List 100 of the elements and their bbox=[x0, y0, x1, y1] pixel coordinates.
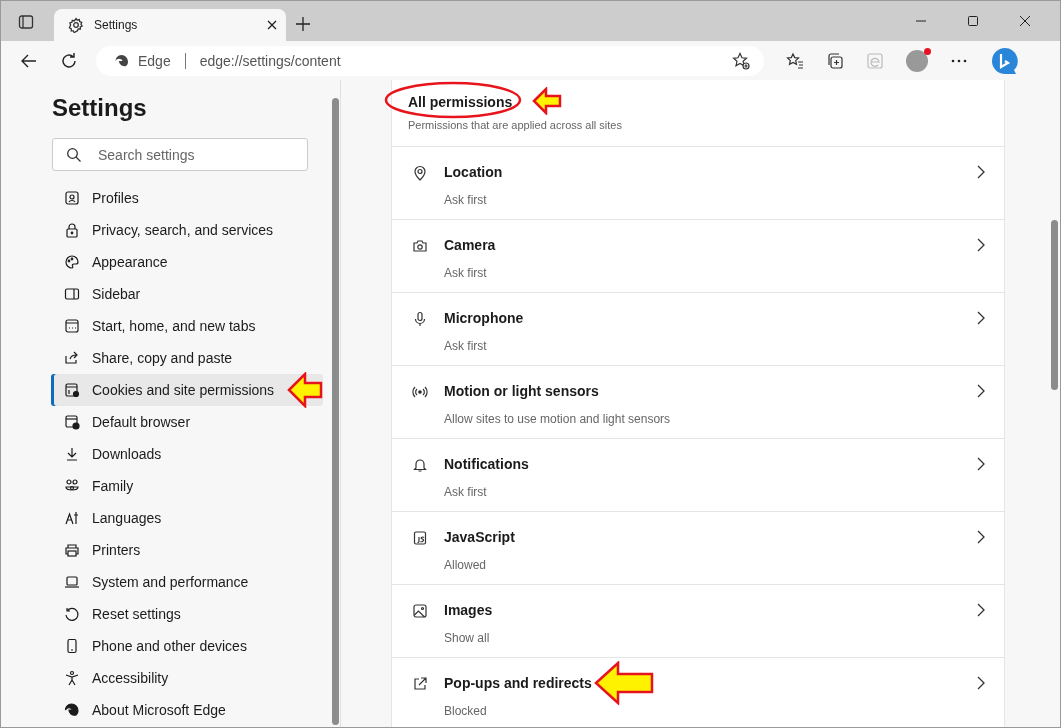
permission-name: Pop-ups and redirects bbox=[444, 675, 592, 691]
permission-row[interactable]: Microphone Ask first bbox=[392, 293, 1004, 366]
close-tab-icon[interactable] bbox=[266, 19, 278, 31]
permission-value: Show all bbox=[444, 631, 491, 645]
share-icon bbox=[64, 350, 80, 366]
profile-icon bbox=[64, 190, 80, 206]
family-icon bbox=[64, 478, 80, 494]
section-title: All permissions bbox=[408, 94, 513, 110]
palette-icon bbox=[64, 254, 80, 270]
lock-icon bbox=[64, 222, 80, 238]
scrollbar-thumb[interactable] bbox=[332, 98, 339, 725]
edge-logo-icon bbox=[114, 52, 130, 69]
js-file-icon bbox=[412, 530, 428, 546]
sidebar-item[interactable]: Share, copy and paste bbox=[51, 342, 323, 374]
sidebar-item[interactable]: Phone and other devices bbox=[51, 630, 323, 662]
sidebar-item[interactable]: Appearance bbox=[51, 246, 323, 278]
edge-logo-icon bbox=[64, 702, 80, 718]
permission-row[interactable]: Images Show all bbox=[392, 585, 1004, 658]
chevron-right-icon bbox=[976, 603, 986, 617]
new-tab-icon[interactable] bbox=[295, 16, 311, 32]
sidebar-item[interactable]: Printers bbox=[51, 534, 323, 566]
sidebar-item[interactable]: Sidebar bbox=[51, 278, 323, 310]
download-icon bbox=[64, 446, 80, 462]
search-field[interactable]: Search settings bbox=[52, 138, 308, 171]
permission-row[interactable]: Pop-ups and redirects Blocked bbox=[392, 658, 1004, 727]
permission-value: Blocked bbox=[444, 704, 488, 718]
chevron-right-icon bbox=[976, 238, 986, 252]
pointer-arrow-annotation bbox=[594, 661, 654, 705]
camera-icon bbox=[412, 238, 428, 254]
sidebar-item[interactable]: System and performance bbox=[51, 566, 323, 598]
chat-logo-icon[interactable] bbox=[990, 45, 1020, 76]
sidebar-item[interactable]: Downloads bbox=[51, 438, 323, 470]
sidebar-item[interactable]: Languages bbox=[51, 502, 323, 534]
settings-title: Settings bbox=[52, 94, 148, 123]
chevron-right-icon bbox=[976, 457, 986, 471]
location-pin-icon bbox=[412, 165, 428, 181]
chevron-right-icon bbox=[976, 384, 986, 398]
permission-name: Camera bbox=[444, 237, 496, 253]
sidebar-item[interactable]: Accessibility bbox=[51, 662, 323, 694]
chevron-right-icon bbox=[976, 676, 986, 690]
permission-value: Ask first bbox=[444, 193, 488, 207]
permission-name: JavaScript bbox=[444, 529, 515, 545]
phone-icon bbox=[64, 638, 80, 654]
sidebar-item[interactable]: Default browser bbox=[51, 406, 323, 438]
image-icon bbox=[412, 603, 428, 619]
add-favorite-icon[interactable] bbox=[732, 51, 750, 70]
maximize-icon[interactable] bbox=[967, 15, 979, 27]
section-subtitle: Permissions that are applied across all sites bbox=[408, 119, 623, 131]
permission-value: Allow sites to use motion and light sensors bbox=[444, 412, 672, 426]
printer-icon bbox=[64, 542, 80, 558]
permission-row[interactable]: JavaScript Allowed bbox=[392, 512, 1004, 585]
permission-name: Images bbox=[444, 602, 493, 618]
close-icon[interactable] bbox=[1019, 15, 1031, 27]
bell-icon bbox=[412, 457, 428, 473]
permission-name: Motion or light sensors bbox=[444, 383, 599, 399]
laptop-icon bbox=[64, 574, 80, 590]
grid-icon bbox=[64, 318, 80, 334]
permission-row[interactable]: Notifications Ask first bbox=[392, 439, 1004, 512]
permission-name: Location bbox=[444, 164, 503, 180]
sidebar-item[interactable]: Cookies and site permissions bbox=[51, 374, 323, 406]
favorites-icon[interactable] bbox=[786, 51, 804, 70]
settings-icon bbox=[68, 17, 84, 33]
permission-value: Ask first bbox=[444, 266, 488, 280]
scrollbar-thumb[interactable] bbox=[1051, 220, 1058, 390]
permission-row[interactable]: Camera Ask first bbox=[392, 220, 1004, 293]
permission-row[interactable]: Location Ask first bbox=[392, 147, 1004, 220]
tab-actions-icon[interactable] bbox=[18, 14, 34, 30]
permission-row[interactable]: Motion or light sensors Allow sites to use motion and light sensors bbox=[392, 366, 1004, 439]
language-icon bbox=[64, 510, 80, 526]
browser-tab[interactable]: Settings bbox=[54, 9, 286, 41]
sidebar-item[interactable]: Reset settings bbox=[51, 598, 323, 630]
accessibility-icon bbox=[64, 670, 80, 686]
permission-value: Ask first bbox=[444, 339, 488, 353]
site-label: Edge bbox=[138, 52, 171, 69]
refresh-icon[interactable] bbox=[60, 51, 78, 70]
permission-value: Ask first bbox=[444, 485, 488, 499]
sensor-icon bbox=[412, 384, 428, 400]
address-bar[interactable]: Edge edge://settings/content bbox=[96, 45, 764, 76]
microphone-icon bbox=[412, 311, 428, 327]
url-text: edge://settings/content bbox=[199, 52, 341, 69]
tab-title: Settings bbox=[94, 18, 139, 32]
sidebar-item[interactable]: Start, home, and new tabs bbox=[51, 310, 323, 342]
chevron-right-icon bbox=[976, 530, 986, 544]
sidebar-item[interactable]: Privacy, search, and services bbox=[51, 214, 323, 246]
sidebar-item[interactable]: Profiles bbox=[51, 182, 323, 214]
pointer-arrow-annotation bbox=[532, 87, 562, 115]
profile-avatar[interactable] bbox=[906, 49, 928, 72]
sidebar-item[interactable]: Family bbox=[51, 470, 323, 502]
sidebar-item[interactable]: About Microsoft Edge bbox=[51, 694, 323, 726]
chevron-right-icon bbox=[976, 165, 986, 179]
reset-icon bbox=[64, 606, 80, 622]
permission-name: Notifications bbox=[444, 456, 529, 472]
permission-name: Microphone bbox=[444, 310, 524, 326]
browser-icon bbox=[64, 414, 80, 430]
collections-icon[interactable] bbox=[826, 51, 844, 70]
popup-icon bbox=[412, 676, 428, 692]
pointer-arrow-annotation bbox=[287, 372, 323, 408]
permission-value: Allowed bbox=[444, 558, 488, 572]
chevron-right-icon bbox=[976, 311, 986, 325]
sidebar-icon bbox=[64, 286, 80, 302]
